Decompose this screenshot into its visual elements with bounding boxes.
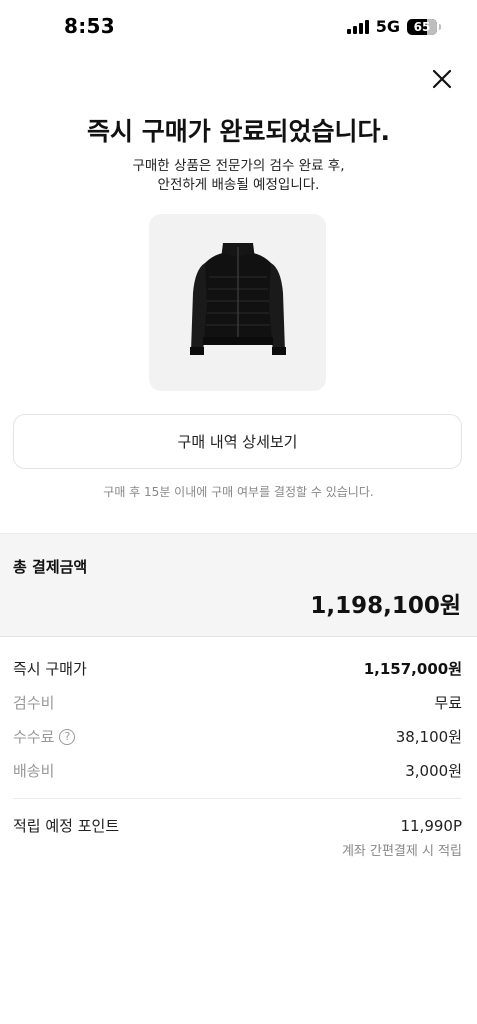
reward-points-value: 11,990P <box>400 816 462 835</box>
confirmation-subtitle: 구매한 상품은 전문가의 검수 완료 후, 안전하게 배송될 예정입니다. <box>0 157 477 195</box>
purchase-detail-button[interactable]: 구매 내역 상세보기 <box>13 414 462 469</box>
status-time: 8:53 <box>64 14 115 38</box>
page-title: 즉시 구매가 완료되었습니다. <box>87 117 390 146</box>
commission-fee-value: 38,100원 <box>395 728 462 746</box>
instant-price-value: 1,157,000원 <box>363 660 462 678</box>
inspection-fee-value: 무료 <box>434 694 462 712</box>
instant-price-label: 즉시 구매가 <box>13 660 87 678</box>
battery-percent: 65 <box>413 19 431 34</box>
network-type: 5G <box>375 17 400 36</box>
commission-fee-label: 수수료 <box>13 728 55 746</box>
reward-points-label: 적립 예정 포인트 <box>13 817 120 835</box>
jacket-image <box>189 242 286 355</box>
inspection-fee-row: 검수비 무료 <box>13 692 462 713</box>
total-label: 총 결제금액 <box>13 558 88 576</box>
divider <box>13 798 462 799</box>
decision-notice: 구매 후 15분 이내에 구매 여부를 결정할 수 있습니다. <box>103 485 374 499</box>
shipping-fee-label: 배송비 <box>13 762 55 780</box>
commission-fee-label-group: 수수료 ? <box>13 726 76 747</box>
subtitle-line-2: 안전하게 배송될 예정입니다. <box>157 177 320 193</box>
commission-fee-row: 수수료 ? 38,100원 <box>13 726 462 747</box>
total-amount: 1,198,100원 <box>310 593 461 619</box>
product-image[interactable] <box>149 214 326 391</box>
subtitle-line-1: 구매한 상품은 전문가의 검수 완료 후, <box>132 158 345 174</box>
close-button[interactable] <box>429 66 455 92</box>
status-indicators: 5G 65 <box>346 17 441 36</box>
instant-price-row: 즉시 구매가 1,157,000원 <box>13 658 462 679</box>
reward-points-note: 계좌 간편결제 시 적립 <box>341 844 462 859</box>
status-bar: 8:53 5G 65 <box>0 0 477 56</box>
signal-icon <box>346 19 369 34</box>
battery-tip <box>439 23 441 30</box>
shipping-fee-row: 배송비 3,000원 <box>13 760 462 781</box>
battery-icon: 65 <box>407 18 441 35</box>
help-icon[interactable]: ? <box>59 728 76 745</box>
inspection-fee-label: 검수비 <box>13 694 55 712</box>
close-icon <box>432 69 452 89</box>
reward-points-row: 적립 예정 포인트 11,990P <box>13 815 462 836</box>
total-payment-section: 총 결제금액 1,198,100원 <box>0 533 477 637</box>
shipping-fee-value: 3,000원 <box>405 762 462 780</box>
